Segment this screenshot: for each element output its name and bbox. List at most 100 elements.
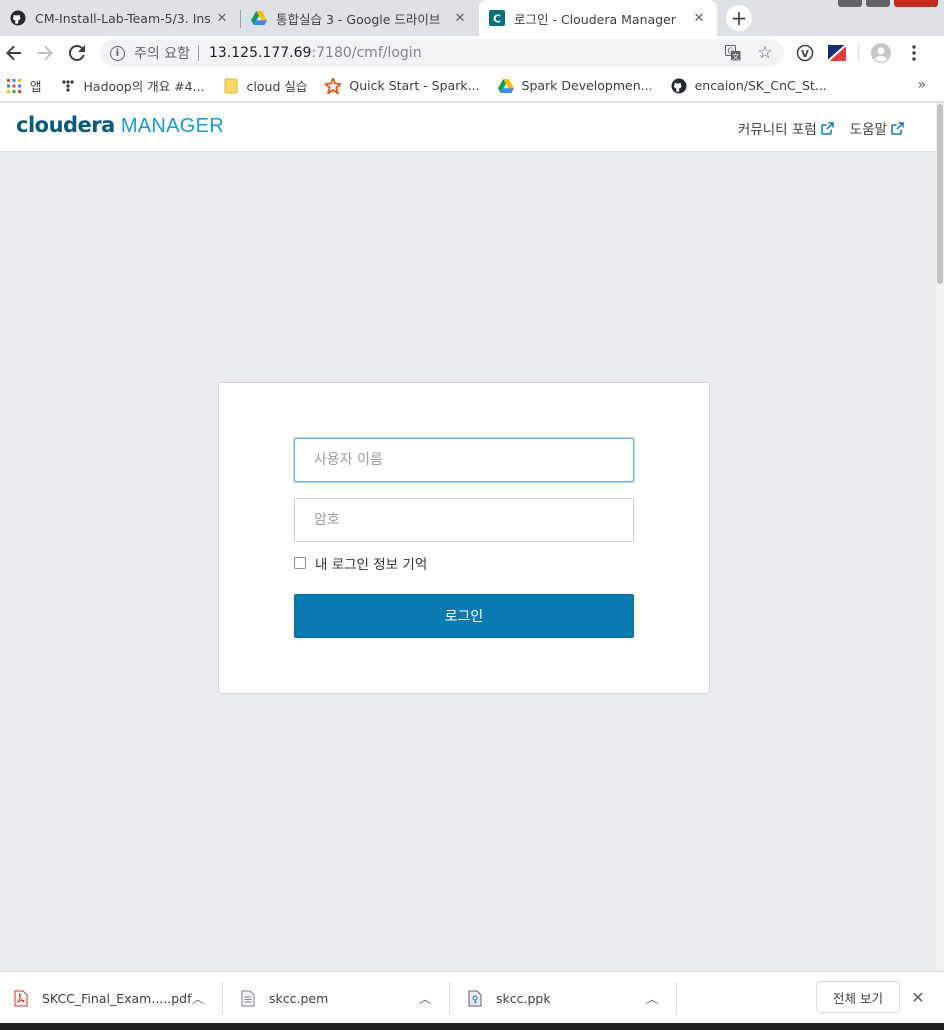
login-button[interactable]: 로그인 [294,594,634,638]
apps-grid-icon [6,78,22,94]
tab-github[interactable]: CM-Install-Lab-Team-5/3. Install ✕ [0,0,240,36]
avatar-icon [871,43,891,63]
close-icon[interactable]: ✕ [452,10,468,26]
translate-icon[interactable]: G文 [722,39,744,67]
bookmark-spark-quickstart[interactable]: Quick Start - Spark... [325,77,480,94]
download-divider [676,982,677,1014]
community-forum-link[interactable]: 커뮤니티 포럼 [738,118,834,138]
close-icon[interactable]: ✕ [214,10,230,26]
reload-button[interactable] [65,41,89,65]
remember-me[interactable]: 내 로그인 정보 기억 [294,553,427,573]
github-icon [671,78,687,94]
chevron-up-icon[interactable]: ︿ [646,990,658,1007]
password-input[interactable] [294,498,634,542]
tab-strip: CM-Install-Lab-Team-5/3. Install ✕ 통합실습 … [0,0,944,36]
bookmark-star-icon[interactable]: ☆ [754,39,776,67]
extension-v-icon[interactable]: V [793,41,817,65]
maximize-button[interactable] [866,0,890,7]
svg-text:文: 文 [732,52,739,61]
tab-title: CM-Install-Lab-Team-5/3. Install [35,10,210,26]
bookmark-label: cloud 실습 [246,79,308,94]
download-filename: SKCC_Final_Exam.....pdf [42,990,192,1006]
back-button[interactable] [2,41,26,65]
info-icon[interactable]: i [110,45,125,61]
url-host: 13.125.177.69 [208,45,312,61]
download-shelf: SKCC_Final_Exam.....pdf ︿ skcc.pem ︿ skc… [0,971,944,1023]
tab-google-drive[interactable]: 통합실습 3 - Google 드라이브 ✕ [241,0,478,36]
cloudera-icon: C [489,10,505,26]
header-links: 커뮤니티 포럼 도움말 [722,118,904,138]
external-link-icon [891,121,904,135]
url-path: :7180/cmf/login [311,45,422,61]
bookmark-label: 앱 [30,79,42,94]
download-divider [449,982,450,1014]
download-item[interactable]: SKCC_Final_Exam.....pdf ︿ [14,972,220,1024]
external-link-icon [820,121,834,135]
bookmarks-overflow-button[interactable]: » [917,77,926,93]
link-label: 도움말 [849,122,887,138]
svg-text:V: V [801,49,809,60]
bookmark-hadoop[interactable]: Hadoop의 개요 #4... [60,76,205,95]
bookmark-cloud[interactable]: cloud 실습 [223,76,308,95]
scrollbar-thumb[interactable] [937,104,943,284]
show-all-downloads-button[interactable]: 전체 보기 [816,981,900,1013]
profile-avatar[interactable] [869,41,893,65]
minimize-button[interactable] [838,0,862,7]
bookmark-label: encaion/SK_CnC_St... [694,78,827,93]
github-icon [10,10,26,26]
google-drive-icon [497,78,514,94]
bookmark-label: Spark Developmen... [521,78,653,93]
bookmarks-bar: 앱 Hadoop의 개요 #4... cloud 실습 Quick Start … [0,70,944,102]
key-file-icon [468,990,482,1006]
reload-icon [69,45,85,61]
link-label: 커뮤니티 포럼 [737,122,817,138]
download-item[interactable]: skcc.ppk ︿ [468,972,674,1024]
window-close-button[interactable] [894,0,938,7]
chevron-up-icon[interactable]: ︿ [419,990,431,1007]
dots-icon [60,78,76,94]
login-panel: 내 로그인 정보 기억 로그인 [218,382,710,694]
menu-button[interactable] [902,41,926,65]
os-taskbar-edge [0,1023,944,1030]
svg-text:C: C [493,13,501,26]
bookmark-github-repo[interactable]: encaion/SK_CnC_St... [671,78,827,94]
download-filename: skcc.ppk [496,990,551,1006]
arrow-left-icon [6,45,21,61]
page-content: cloudera MANAGER 커뮤니티 포럼 도움말 내 로그인 정보 기억… [0,103,936,971]
spark-star-icon [325,77,342,94]
bookmark-spark-development[interactable]: Spark Developmen... [497,78,653,94]
logo-brand: cloudera [16,113,115,137]
remember-me-label[interactable]: 내 로그인 정보 기억 [315,553,427,573]
remember-me-checkbox[interactable] [294,557,306,569]
extension-flag-icon[interactable] [825,41,849,65]
tab-cloudera-login[interactable]: C 로그인 - Cloudera Manager ✕ [479,0,717,36]
help-link[interactable]: 도움말 [850,118,904,138]
forward-button[interactable] [33,41,57,65]
arrow-right-icon [38,45,53,61]
address-bar[interactable]: i 주의 요함 13.125.177.69:7180/cmf/login G文 … [100,39,784,67]
pdf-file-icon [14,990,28,1006]
cloudera-manager-logo[interactable]: cloudera MANAGER [16,113,224,138]
toolbar-divider [858,45,859,61]
bookmark-apps[interactable]: 앱 [6,76,42,95]
tab-title: 로그인 - Cloudera Manager [514,11,676,27]
close-icon[interactable]: ✕ [691,10,707,26]
chevron-up-icon[interactable]: ︿ [192,990,204,1007]
kebab-menu-icon [912,45,916,61]
logo-product: MANAGER [120,115,225,137]
username-input[interactable] [294,438,634,482]
security-status[interactable]: 주의 요함 [134,43,190,63]
close-icon[interactable]: ✕ [908,985,928,1009]
new-tab-button[interactable]: + [726,5,752,31]
folder-icon [223,78,239,94]
google-drive-icon [251,10,267,26]
browser-toolbar: i 주의 요함 13.125.177.69:7180/cmf/login G文 … [0,36,944,70]
address-divider [197,45,199,61]
bookmark-label: Hadoop의 개요 #4... [83,79,205,94]
download-divider [222,982,223,1014]
document-file-icon [241,990,255,1006]
download-filename: skcc.pem [269,990,329,1006]
cloudera-header: cloudera MANAGER 커뮤니티 포럼 도움말 [0,103,936,152]
tab-title: 통합실습 3 - Google 드라이브 [276,11,441,27]
download-item[interactable]: skcc.pem ︿ [241,972,447,1024]
